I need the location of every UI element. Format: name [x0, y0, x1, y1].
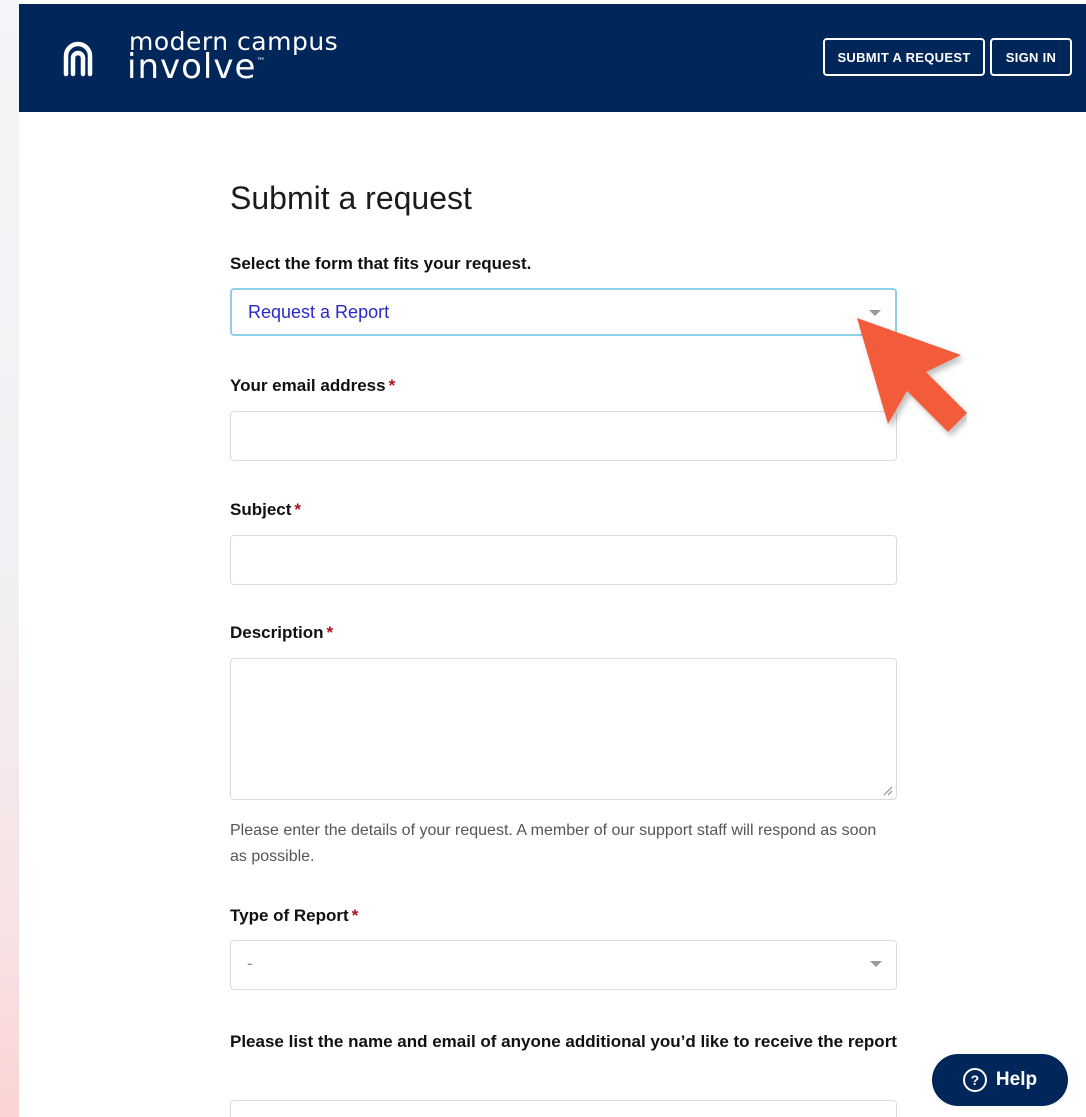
required-marker: *	[388, 376, 396, 395]
help-button[interactable]: ? Help	[932, 1054, 1068, 1106]
additional-recipients-field[interactable]	[230, 1100, 897, 1117]
form-type-selected-value: Request a Report	[248, 302, 390, 322]
resize-handle-icon[interactable]	[883, 786, 893, 796]
logo-brand-main: involve™	[127, 47, 266, 87]
email-field[interactable]	[230, 411, 897, 461]
email-label: Your email address *	[230, 376, 395, 396]
subject-label: Subject *	[230, 500, 301, 520]
subject-label-text: Subject	[230, 500, 292, 519]
email-label-text: Your email address	[230, 376, 386, 395]
description-textarea[interactable]	[230, 658, 897, 800]
logo-brand-word: involve	[127, 47, 257, 87]
help-label: Help	[995, 1069, 1038, 1090]
required-marker: *	[351, 906, 359, 925]
logo[interactable]: modern campus involve™	[56, 26, 356, 88]
report-type-label: Type of Report *	[230, 906, 358, 926]
page-backdrop	[0, 0, 19, 1117]
required-marker: *	[326, 623, 334, 642]
report-type-selected-value: -	[247, 954, 253, 973]
sign-in-button[interactable]: SIGN IN	[990, 38, 1072, 76]
description-hint: Please enter the details of your request…	[230, 822, 877, 865]
form-type-select[interactable]: Request a Report	[230, 288, 897, 336]
site-header: modern campus involve™ SUBMIT A REQUEST …	[19, 4, 1086, 112]
report-type-select[interactable]: -	[230, 940, 897, 990]
description-label: Description *	[230, 623, 333, 643]
subject-field[interactable]	[230, 535, 897, 585]
logo-mark-icon	[63, 41, 93, 77]
required-marker: *	[294, 500, 302, 519]
additional-recipients-label: Please list the name and email of anyone…	[230, 1032, 897, 1051]
report-type-label-text: Type of Report	[230, 906, 349, 925]
question-circle-icon: ?	[962, 1068, 987, 1092]
trademark-mark: ™	[256, 57, 267, 67]
arrow-pointer-icon	[857, 318, 967, 432]
submit-request-button[interactable]: SUBMIT A REQUEST	[823, 38, 985, 76]
description-label-text: Description	[230, 623, 324, 642]
page: modern campus involve™ SUBMIT A REQUEST …	[19, 4, 1086, 1117]
page-title: Submit a request	[230, 180, 472, 216]
chevron-down-icon	[870, 961, 882, 967]
form-type-label: Select the form that fits your request.	[230, 254, 532, 273]
